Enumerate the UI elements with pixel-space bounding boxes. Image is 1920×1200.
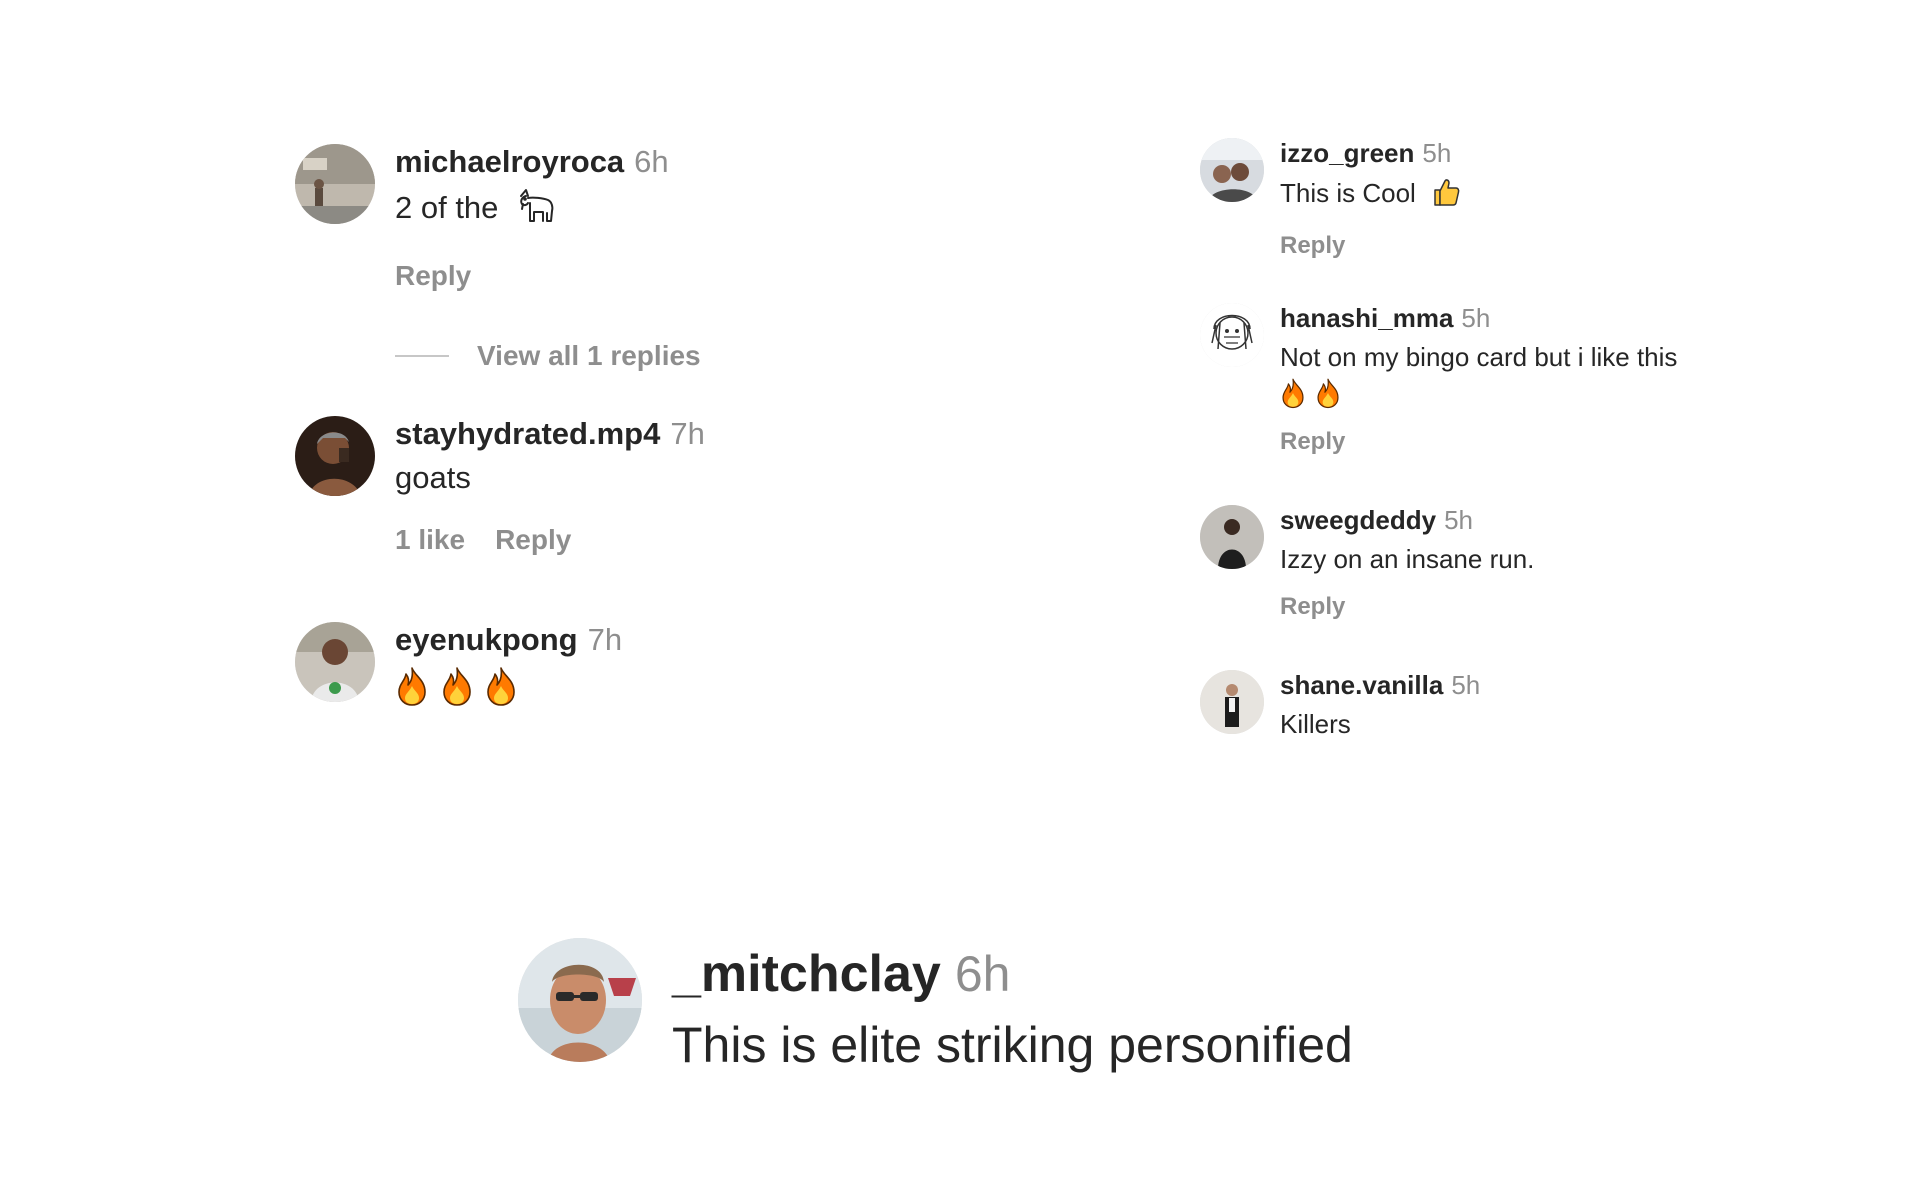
comment-mitchclay: _mitchclay 6h This is elite striking per… [518,938,1353,1074]
comment-eyenukpong: eyenukpong 7h [295,622,622,714]
comment-actions: 1 like Reply [395,524,705,556]
comment-michaelroyroca: michaelroyroca 6h 2 of the Reply [295,144,669,292]
comment-sweegdeddy: sweegdeddy 5h Izzy on an insane run. Rep… [1200,505,1534,621]
username[interactable]: hanashi_mma [1280,303,1453,334]
comment-text: This is elite striking personified [672,1017,1353,1073]
username[interactable]: _mitchclay [672,944,941,1004]
fire-icon [484,666,518,714]
thumbs-up-icon [1431,177,1461,214]
fire-icon [1280,377,1306,416]
reply-button[interactable]: Reply [1280,232,1345,260]
comment-text: Izzy on an insane run. [1280,544,1535,574]
comment-hanashi-mma: hanashi_mma 5h Not on my bingo card but … [1200,303,1677,456]
comment-text-content: This is Cool [1280,178,1416,208]
username[interactable]: shane.vanilla [1280,670,1443,701]
username[interactable]: sweegdeddy [1280,505,1436,536]
timestamp: 5h [1422,138,1452,168]
avatar[interactable] [295,144,375,224]
comments-collage: michaelroyroca 6h 2 of the Reply View al… [0,0,1920,1200]
avatar[interactable] [1200,303,1264,367]
reply-button[interactable]: Reply [495,524,571,556]
comment-actions: Reply [395,260,669,292]
divider [395,355,449,357]
username[interactable]: stayhydrated.mp4 [395,416,660,452]
username[interactable]: izzo_green [1280,138,1414,169]
avatar[interactable] [1200,138,1264,202]
comment-actions: Reply [1280,232,1461,260]
fire-icon [1315,377,1341,416]
reply-button[interactable]: Reply [1280,593,1345,621]
reply-button[interactable]: Reply [395,260,471,292]
avatar[interactable] [1200,505,1264,569]
fire-icon [395,666,429,714]
comment-actions: Reply [1280,428,1677,456]
comment-stayhydrated: stayhydrated.mp4 7h goats 1 like Reply [295,416,705,556]
avatar[interactable] [295,622,375,702]
timestamp: 5h [1444,505,1473,535]
comment-emoji-line [1280,377,1677,416]
timestamp: 7h [670,416,705,451]
avatar[interactable] [1200,670,1264,734]
timestamp: 5h [1461,303,1491,333]
fire-icon [440,666,474,714]
comment-text: This is Cool [1280,177,1461,214]
comment-text: goats [395,460,471,495]
goat-icon [517,188,557,232]
comment-izzo-green: izzo_green 5h This is Cool Reply [1200,138,1461,260]
timestamp: 6h [954,946,1011,1002]
reply-button[interactable]: Reply [1280,428,1345,456]
timestamp: 5h [1451,670,1481,700]
comment-text [395,666,622,714]
comment-shane-vanilla: shane.vanilla 5h Killers [1200,670,1480,740]
comment-text: Not on my bingo card but i like this [1280,342,1678,372]
likes-count[interactable]: 1 like [395,524,465,556]
comment-text-content: 2 of the [395,190,499,225]
username[interactable]: michaelroyroca [395,144,624,180]
timestamp: 7h [587,622,623,657]
view-replies-button[interactable]: View all 1 replies [395,340,701,372]
timestamp: 6h [634,144,669,179]
comment-text: Killers [1280,709,1351,739]
view-replies-label: View all 1 replies [477,340,701,371]
avatar[interactable] [518,938,642,1062]
avatar[interactable] [295,416,375,496]
comment-actions: Reply [1280,593,1534,621]
username[interactable]: eyenukpong [395,622,578,658]
comment-text: 2 of the [395,188,669,232]
